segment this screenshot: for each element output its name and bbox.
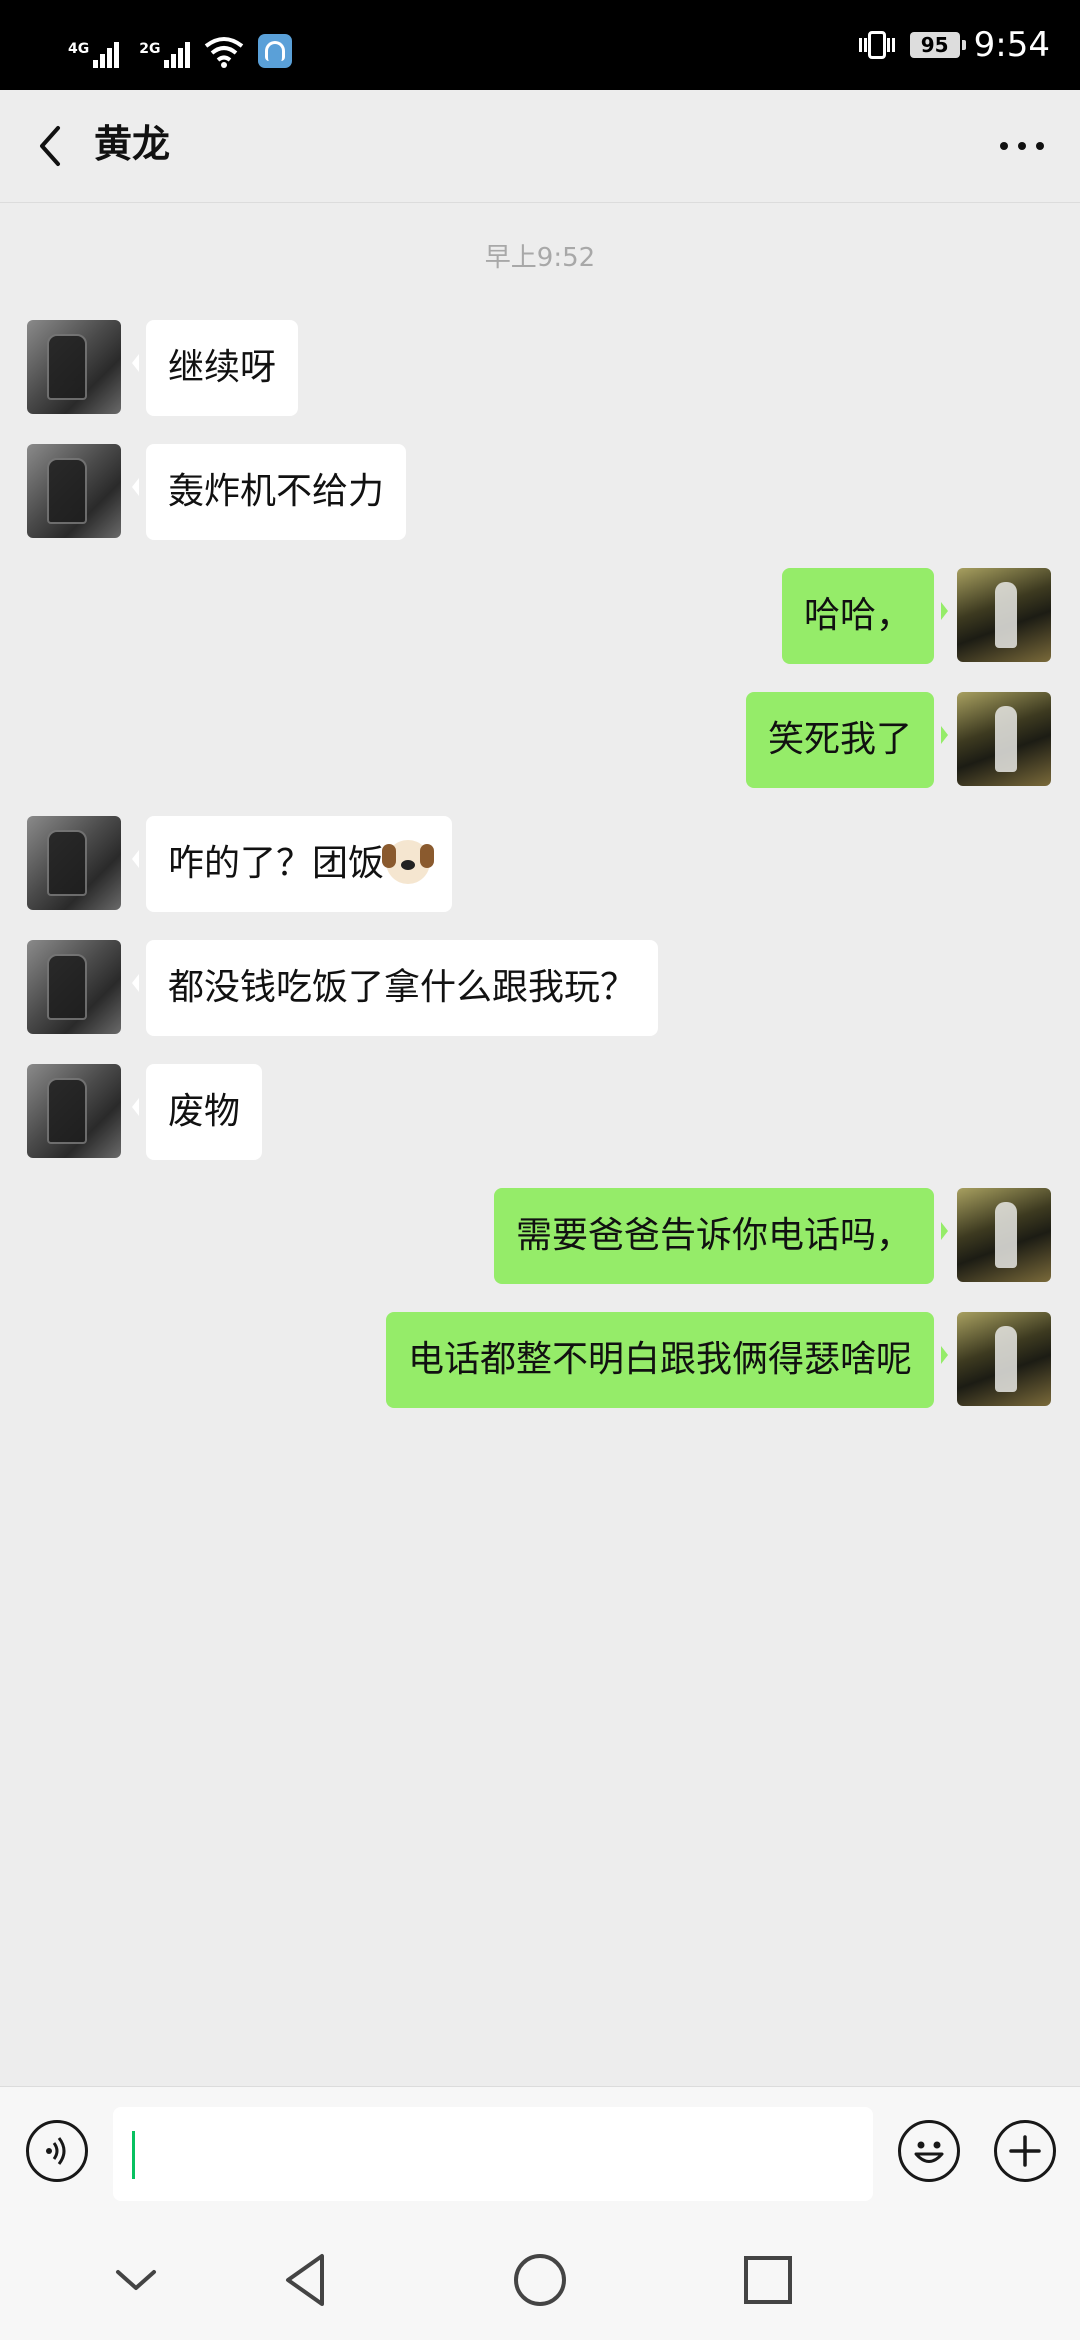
more-button[interactable] [992, 120, 1052, 172]
emoji-icon [914, 2141, 944, 2163]
nav-home-button[interactable] [510, 2250, 570, 2310]
contact-avatar[interactable] [27, 320, 121, 414]
message-row: 笑死我了 [0, 692, 1080, 788]
chevron-left-icon [40, 126, 60, 166]
nav-recents-button[interactable] [738, 2250, 798, 2310]
message-bubble[interactable]: 需要爸爸告诉你电话吗， [493, 1188, 949, 1284]
message-row: 继续呀 [0, 320, 1080, 416]
message-row: 废物 [0, 1064, 1080, 1160]
app-notification-icon [258, 34, 293, 68]
home-circle-icon [514, 2254, 566, 2306]
contact-avatar[interactable] [27, 940, 121, 1034]
message-row: 电话都整不明白跟我俩得瑟啥呢 [0, 1312, 1080, 1408]
message-row: 咋的了？团饭 [0, 816, 1080, 912]
chevron-down-icon [116, 2270, 156, 2290]
message-bubble[interactable]: 电话都整不明白跟我俩得瑟啥呢 [385, 1312, 949, 1408]
message-bubble[interactable]: 废物 [131, 1064, 263, 1160]
message-list[interactable]: 早上9:52 继续呀 轰炸机不给力 哈哈， 笑死我了 咋的了？团饭 都没钱吃饭了… [0, 203, 1080, 2086]
dot [1018, 142, 1026, 150]
self-avatar[interactable] [957, 692, 1051, 786]
vibrate-icon [858, 31, 895, 59]
message-bubble[interactable]: 咋的了？团饭 [131, 816, 453, 912]
voice-icon [46, 2137, 66, 2165]
battery-icon: 95 [909, 32, 966, 58]
dot [1036, 142, 1044, 150]
status-left: 4G 2G [68, 22, 293, 68]
dot [1000, 142, 1008, 150]
message-bubble[interactable]: 哈哈， [781, 568, 949, 664]
status-bar: 4G 2G 95 9:54 [0, 0, 1080, 90]
signal-4g-icon: 4G [68, 41, 120, 68]
contact-avatar[interactable] [27, 816, 121, 910]
clock: 9:54 [973, 25, 1050, 65]
message-input[interactable] [113, 2107, 873, 2201]
message-bubble[interactable]: 都没钱吃饭了拿什么跟我玩？ [131, 940, 659, 1036]
input-bar [0, 2086, 1080, 2221]
emoji-button[interactable] [898, 2120, 960, 2182]
status-right: 95 9:54 [858, 18, 1050, 72]
voice-button[interactable] [26, 2120, 88, 2182]
message-text: 咋的了？团饭 [168, 843, 385, 884]
plus-icon [1009, 2135, 1041, 2167]
more-functions-button[interactable] [994, 2120, 1056, 2182]
self-avatar[interactable] [957, 568, 1051, 662]
back-button[interactable] [28, 120, 80, 172]
message-bubble[interactable]: 轰炸机不给力 [131, 444, 407, 540]
network-type-label: 4G [68, 41, 90, 57]
wifi-icon [205, 37, 244, 68]
message-row: 哈哈， [0, 568, 1080, 664]
message-row: 都没钱吃饭了拿什么跟我玩？ [0, 940, 1080, 1036]
back-triangle-icon [286, 2254, 324, 2306]
chat-title: 黄龙 [94, 122, 171, 166]
network-type-label: 2G [139, 41, 161, 57]
message-row: 轰炸机不给力 [0, 444, 1080, 540]
message-bubble[interactable]: 继续呀 [131, 320, 299, 416]
message-timestamp: 早上9:52 [484, 243, 596, 273]
self-avatar[interactable] [957, 1312, 1051, 1406]
hide-keyboard-button[interactable] [106, 2250, 166, 2310]
text-caret [132, 2131, 135, 2179]
contact-avatar[interactable] [27, 1064, 121, 1158]
contact-avatar[interactable] [27, 444, 121, 538]
recents-square-icon [744, 2256, 792, 2304]
chat-header: 黄龙 [0, 90, 1080, 203]
nav-back-button[interactable] [278, 2250, 338, 2310]
message-bubble[interactable]: 笑死我了 [745, 692, 949, 788]
message-row: 需要爸爸告诉你电话吗， [0, 1188, 1080, 1284]
self-avatar[interactable] [957, 1188, 1051, 1282]
signal-2g-icon: 2G [139, 41, 191, 68]
dog-face-emoji-icon [382, 840, 435, 884]
system-navigation-bar [0, 2220, 1080, 2340]
